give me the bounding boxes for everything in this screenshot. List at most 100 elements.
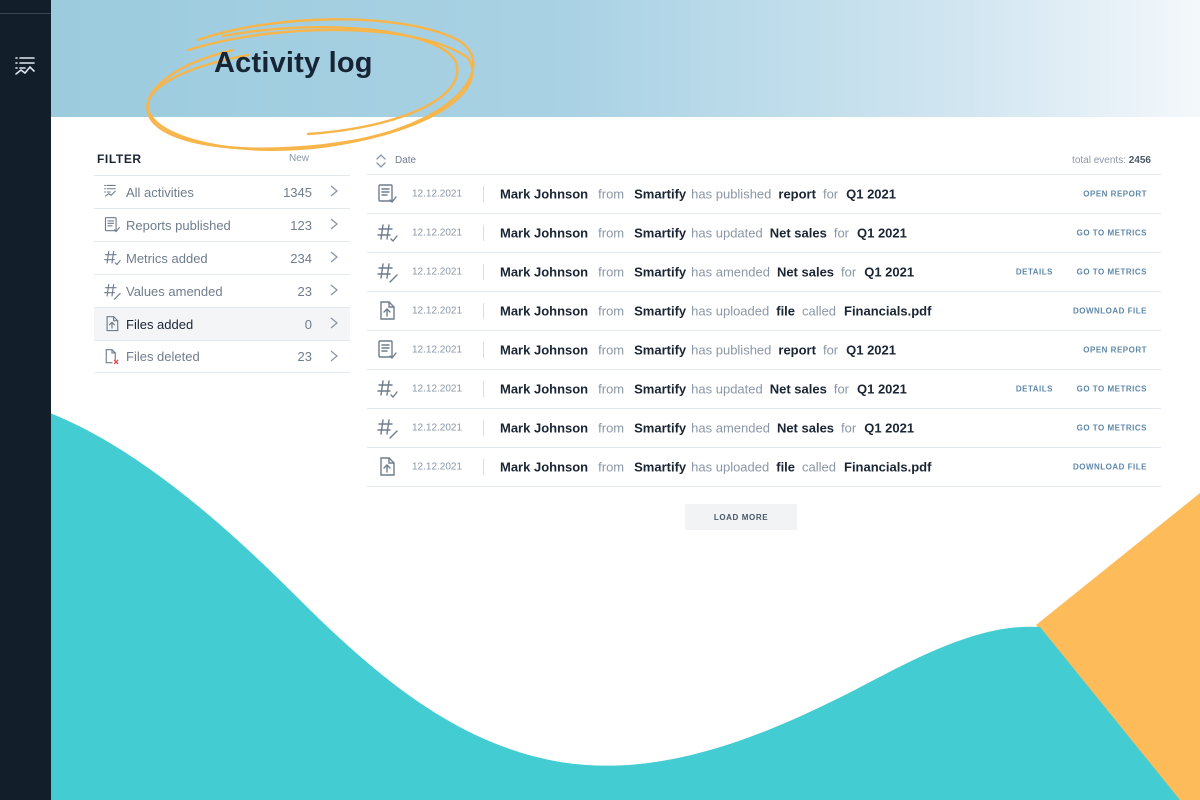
- row-object: file: [776, 459, 796, 475]
- row-user[interactable]: Mark Johnson: [500, 304, 588, 319]
- filter-item-icon: [103, 249, 121, 267]
- chevron-right-icon: [330, 250, 342, 266]
- filter-item[interactable]: Reports published 123: [94, 208, 350, 241]
- row-from: from: [598, 342, 625, 358]
- activity-row: 12.12.2021 Mark Johnson from Smartify has pu…: [367, 331, 1161, 370]
- filter-item[interactable]: Metrics added 234: [94, 241, 350, 274]
- filter-item-label: Reports published: [126, 217, 231, 233]
- row-separator: [483, 225, 484, 241]
- row-from: from: [598, 459, 625, 475]
- filter-item-count: 1345: [283, 184, 312, 200]
- activity-list: Date total events: 2456 12.12.2021 Mark J…: [367, 147, 1161, 487]
- row-user[interactable]: Mark Johnson: [500, 226, 588, 241]
- filter-item-label: Metrics added: [126, 250, 208, 266]
- row-description: Mark Johnson from Smartify has uploaded file…: [500, 460, 931, 475]
- filter-item[interactable]: Values amended 23: [94, 274, 350, 307]
- load-more-button[interactable]: LOAD MORE: [685, 504, 797, 530]
- row-object: Net sales: [776, 264, 835, 280]
- filter-item[interactable]: Files deleted 23: [94, 340, 350, 373]
- row-org: Smartify: [634, 186, 687, 202]
- row-target: Q1 2021: [846, 342, 896, 358]
- row-verb: has published: [691, 186, 772, 202]
- row-verb: has uploaded: [691, 459, 770, 475]
- row-target: Q1 2021: [846, 186, 896, 202]
- row-description: Mark Johnson from Smartify has published rep…: [500, 187, 896, 202]
- row-user[interactable]: Mark Johnson: [500, 343, 588, 358]
- file-deleted-icon: [105, 348, 119, 364]
- row-connector: for: [822, 342, 839, 358]
- filter-item-icon: [103, 348, 121, 366]
- row-user[interactable]: Mark Johnson: [500, 187, 588, 202]
- row-date: 12.12.2021: [412, 422, 463, 434]
- row-verb: has updated: [691, 225, 763, 241]
- row-action-link[interactable]: OPEN REPORT: [1083, 346, 1147, 355]
- row-date: 12.12.2021: [412, 344, 463, 356]
- row-target: Q1 2021: [864, 264, 915, 280]
- activity-row: 12.12.2021 Mark Johnson from Smartify has up…: [367, 370, 1161, 409]
- chevron-right-icon: [330, 217, 342, 233]
- row-object: file: [776, 303, 796, 319]
- filter-item-count: 0: [304, 316, 312, 332]
- row-org: Smartify: [634, 459, 687, 475]
- row-date: 12.12.2021: [412, 383, 463, 395]
- row-action-link[interactable]: DOWNLOAD FILE: [1073, 463, 1147, 472]
- row-action-link[interactable]: DOWNLOAD FILE: [1073, 307, 1147, 316]
- row-action-link[interactable]: GO TO METRICS: [1077, 385, 1147, 394]
- activity-row: 12.12.2021 Mark Johnson from Smartify has am…: [367, 253, 1161, 292]
- file-upload-icon: [380, 301, 395, 320]
- row-target: Financials.pdf: [844, 303, 932, 319]
- row-org: Smartify: [634, 381, 687, 397]
- row-action-link[interactable]: GO TO METRICS: [1077, 268, 1147, 277]
- row-action-link[interactable]: GO TO METRICS: [1077, 229, 1147, 238]
- row-user[interactable]: Mark Johnson: [500, 265, 588, 280]
- rail-divider: [0, 13, 51, 14]
- chevron-right-icon: [330, 349, 342, 365]
- filter-item-label: Files added: [126, 316, 194, 332]
- row-description: Mark Johnson from Smartify has updated Net s…: [500, 382, 907, 397]
- row-from: from: [598, 381, 625, 397]
- row-verb: has uploaded: [691, 303, 770, 319]
- value-amended-icon: [377, 419, 398, 439]
- value-amended-icon: [104, 283, 121, 300]
- row-user[interactable]: Mark Johnson: [500, 421, 588, 436]
- row-connector: for: [822, 186, 839, 202]
- row-description: Mark Johnson from Smartify has uploaded file…: [500, 304, 931, 319]
- filter-item-count: 23: [297, 349, 312, 364]
- row-action-link[interactable]: OPEN REPORT: [1083, 190, 1147, 199]
- row-verb: has amended: [691, 420, 770, 436]
- filter-title: FILTER: [97, 152, 142, 166]
- row-org: Smartify: [634, 420, 687, 436]
- row-date: 12.12.2021: [412, 266, 463, 278]
- row-verb: has amended: [691, 264, 770, 280]
- row-object: report: [778, 342, 816, 358]
- details-link[interactable]: DETAILS: [1016, 268, 1053, 277]
- row-user[interactable]: Mark Johnson: [500, 382, 588, 397]
- activity-row: 12.12.2021 Mark Johnson from Smartify has up…: [367, 448, 1161, 487]
- report-icon: [378, 184, 397, 204]
- activity-list-icon[interactable]: [14, 55, 38, 77]
- row-connector: called: [802, 459, 836, 475]
- row-date: 12.12.2021: [412, 227, 463, 239]
- row-from: from: [598, 264, 625, 280]
- total-events-value: 2456: [1128, 155, 1151, 166]
- row-connector: for: [841, 420, 857, 436]
- row-org: Smartify: [634, 225, 687, 241]
- row-org: Smartify: [634, 264, 687, 280]
- main-panel: FILTER New All activities 1345 Reports pub…: [51, 117, 1200, 547]
- chevron-right-icon: [330, 184, 342, 200]
- row-org: Smartify: [634, 303, 687, 319]
- activity-list-icon: [104, 184, 116, 197]
- filter-item-icon: [103, 282, 121, 300]
- row-user[interactable]: Mark Johnson: [500, 460, 588, 475]
- filter-item-count: 234: [290, 250, 312, 266]
- row-action-link[interactable]: GO TO METRICS: [1077, 424, 1147, 433]
- metric-added-icon: [377, 380, 398, 399]
- page-title: Activity log: [214, 47, 373, 79]
- row-object: report: [778, 186, 816, 202]
- file-upload-icon: [106, 316, 119, 332]
- details-link[interactable]: DETAILS: [1016, 385, 1053, 394]
- metric-added-icon: [104, 250, 121, 266]
- filter-item[interactable]: Files added 0: [94, 307, 350, 340]
- row-connector: for: [833, 381, 849, 397]
- filter-item[interactable]: All activities 1345: [94, 175, 350, 208]
